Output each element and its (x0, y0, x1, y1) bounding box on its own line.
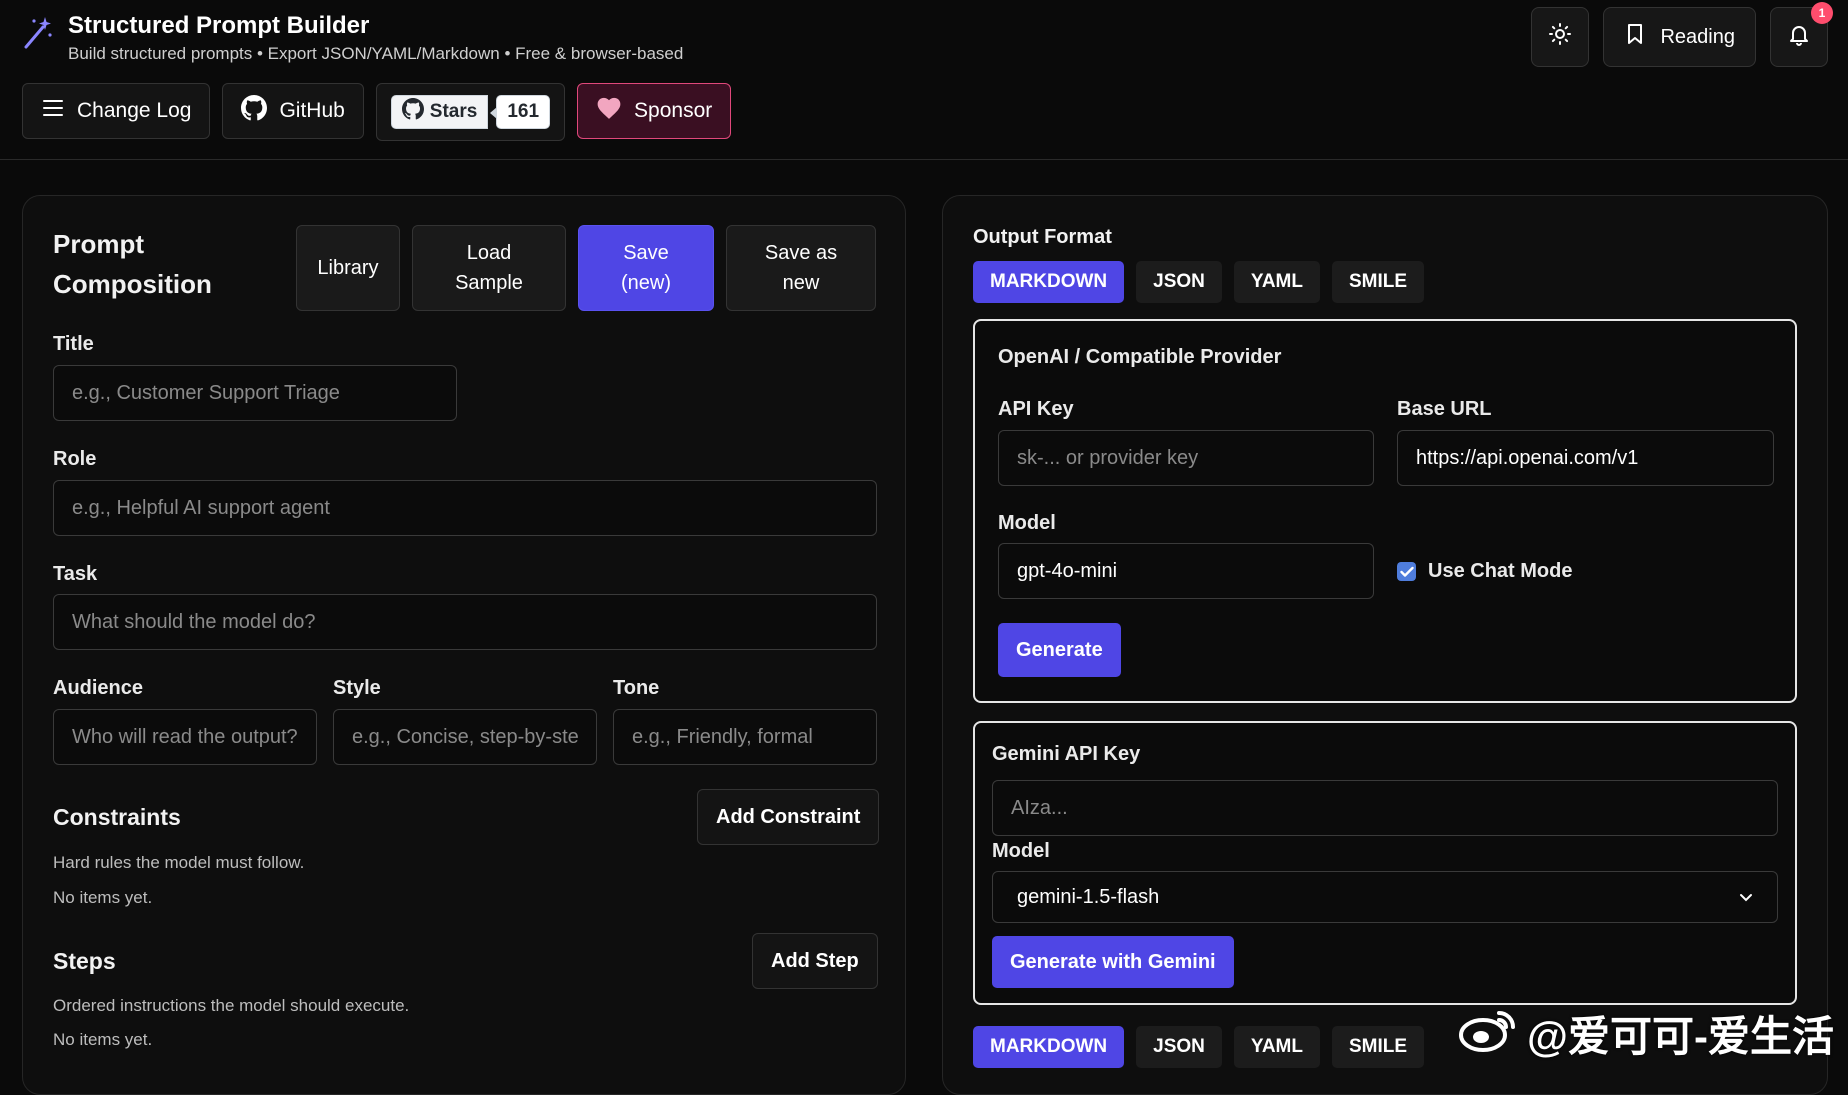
constraints-description: Hard rules the model must follow. (53, 853, 304, 873)
tab-smile-bottom[interactable]: SMILE (1332, 1026, 1424, 1068)
gemini-provider-box: Gemini API Key Model gemini-1.5-flash Ge… (973, 721, 1797, 1005)
stars-label: Stars (430, 101, 478, 123)
tone-label: Tone (613, 677, 659, 700)
sun-icon (1548, 22, 1572, 52)
output-format-label: Output Format (973, 226, 1112, 249)
tab-yaml-bottom[interactable]: YAML (1234, 1026, 1320, 1068)
tone-input[interactable] (613, 709, 877, 765)
magic-wand-icon (22, 12, 54, 52)
tab-json[interactable]: JSON (1136, 261, 1222, 303)
constraints-empty: No items yet. (53, 888, 152, 908)
openai-provider-box: OpenAI / Compatible Provider API Key Bas… (973, 319, 1797, 703)
gemini-model-select[interactable]: gemini-1.5-flash (992, 871, 1778, 923)
app-title: Structured Prompt Builder (68, 12, 683, 40)
brand: Structured Prompt Builder Build structur… (22, 12, 683, 64)
chevron-down-icon (1739, 886, 1753, 909)
base-url-label: Base URL (1397, 398, 1491, 421)
generate-with-gemini-button[interactable]: Generate with Gemini (992, 936, 1234, 988)
add-step-button[interactable]: Add Step (752, 933, 878, 989)
prompt-composition-panel: Prompt Composition Library Load Sample S… (22, 195, 906, 1095)
steps-empty: No items yet. (53, 1030, 152, 1050)
title-label: Title (53, 333, 94, 356)
github-button[interactable]: GitHub (222, 83, 363, 139)
steps-title: Steps (53, 948, 116, 975)
library-button[interactable]: Library (296, 225, 400, 311)
weibo-icon (1457, 1005, 1519, 1063)
task-input[interactable] (53, 594, 877, 650)
menu-icon (41, 98, 65, 124)
model-input[interactable] (998, 543, 1374, 599)
composition-title: Prompt Composition (53, 224, 253, 304)
output-panel: Output Format MARKDOWN JSON YAML SMILE O… (942, 195, 1828, 1095)
tab-markdown-bottom[interactable]: MARKDOWN (973, 1026, 1124, 1068)
heart-icon (596, 96, 622, 126)
tab-smile[interactable]: SMILE (1332, 261, 1424, 303)
load-sample-button[interactable]: Load Sample (412, 225, 566, 311)
openai-title: OpenAI / Compatible Provider (998, 346, 1281, 369)
sponsor-button[interactable]: Sponsor (577, 83, 731, 139)
api-key-input[interactable] (998, 430, 1374, 486)
app-subtitle: Build structured prompts • Export JSON/Y… (68, 44, 683, 64)
save-new-button[interactable]: Save (new) (578, 225, 714, 311)
gemini-api-key-input[interactable] (992, 780, 1778, 836)
changelog-button[interactable]: Change Log (22, 83, 210, 139)
api-key-label: API Key (998, 398, 1074, 421)
tab-json-bottom[interactable]: JSON (1136, 1026, 1222, 1068)
add-constraint-button[interactable]: Add Constraint (697, 789, 879, 845)
task-label: Task (53, 563, 97, 586)
audience-label: Audience (53, 677, 143, 700)
model-label: Model (998, 512, 1056, 535)
github-label: GitHub (279, 99, 344, 123)
output-format-tabs: MARKDOWN JSON YAML SMILE (973, 261, 1424, 303)
theme-toggle-button[interactable] (1531, 7, 1589, 67)
app-header: Structured Prompt Builder Build structur… (0, 0, 1848, 160)
reading-label: Reading (1660, 26, 1735, 49)
tab-markdown[interactable]: MARKDOWN (973, 261, 1124, 303)
github-stars-widget[interactable]: Stars 161 (376, 83, 565, 141)
bookmark-icon (1624, 22, 1648, 52)
github-icon (241, 95, 267, 127)
github-icon (402, 98, 424, 126)
generate-button[interactable]: Generate (998, 623, 1121, 677)
sponsor-label: Sponsor (634, 99, 712, 123)
notifications-button[interactable]: 1 (1770, 7, 1828, 67)
tab-yaml[interactable]: YAML (1234, 261, 1320, 303)
watermark: @爱可可-爱生活 (1457, 1003, 1834, 1064)
style-label: Style (333, 677, 381, 700)
bottom-format-tabs: MARKDOWN JSON YAML SMILE (973, 1026, 1424, 1068)
notification-badge: 1 (1811, 2, 1833, 24)
watermark-text: @爱可可-爱生活 (1527, 1003, 1834, 1064)
stars-button[interactable]: Stars (391, 95, 489, 129)
chat-mode-label: Use Chat Mode (1428, 560, 1572, 583)
save-as-new-button[interactable]: Save as new (726, 225, 876, 311)
gemini-title: Gemini API Key (992, 743, 1140, 766)
gemini-model-value: gemini-1.5-flash (1017, 886, 1159, 909)
chat-mode-toggle[interactable]: Use Chat Mode (1397, 560, 1572, 583)
checkbox-checked-icon[interactable] (1397, 562, 1416, 581)
stars-count[interactable]: 161 (496, 95, 550, 129)
changelog-label: Change Log (77, 99, 191, 123)
steps-description: Ordered instructions the model should ex… (53, 996, 409, 1016)
role-input[interactable] (53, 480, 877, 536)
gemini-model-label: Model (992, 840, 1050, 863)
constraints-title: Constraints (53, 804, 181, 831)
title-input[interactable] (53, 365, 457, 421)
reading-button[interactable]: Reading (1603, 7, 1756, 67)
base-url-input[interactable] (1397, 430, 1774, 486)
audience-input[interactable] (53, 709, 317, 765)
bell-icon (1787, 22, 1811, 52)
style-input[interactable] (333, 709, 597, 765)
role-label: Role (53, 448, 96, 471)
